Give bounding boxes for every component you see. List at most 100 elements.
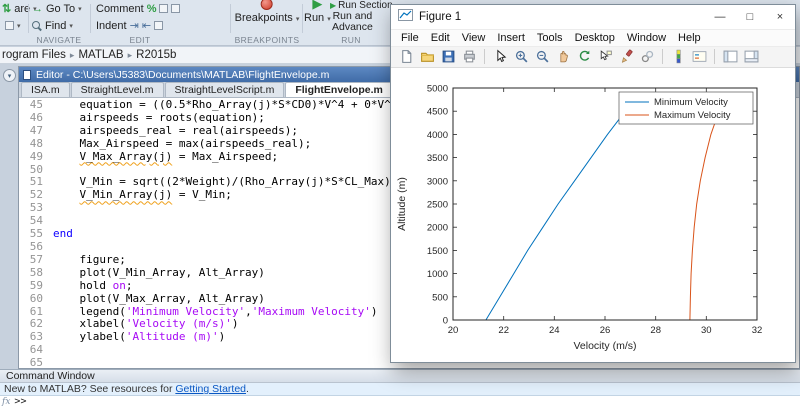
menu-help[interactable]: Help — [672, 32, 707, 44]
find-button[interactable]: Find ▾ — [30, 18, 75, 33]
svg-text:4500: 4500 — [427, 107, 448, 118]
indent-button[interactable]: Indent ⇥ ⇤ — [94, 18, 165, 33]
breadcrumb-arrow-icon: ▸ — [128, 50, 133, 61]
code-text: V_Min_Array(j) = V_Min; — [53, 189, 232, 202]
x-axis-label: Velocity (m/s) — [573, 340, 636, 352]
series-line — [486, 100, 633, 320]
legend-entry: Minimum Velocity — [654, 97, 728, 108]
plot-tools-on-icon[interactable] — [741, 47, 761, 67]
plot-tools-off-icon[interactable] — [720, 47, 740, 67]
editor-tab[interactable]: StraightLevel.m — [71, 82, 164, 97]
ribbon-separator — [90, 4, 91, 33]
getting-started-link[interactable]: Getting Started — [175, 383, 246, 395]
run-and-advance-button[interactable]: Run and Advance — [332, 11, 373, 33]
figure-window: Figure 1 —□× FileEditViewInsertToolsDesk… — [390, 4, 796, 363]
run-label: Run — [304, 12, 324, 24]
run-and-advance-label-2: Advance — [332, 22, 373, 33]
goto-label: Go To — [46, 3, 75, 15]
run-section-icon: ▶ — [330, 2, 336, 10]
smart-indent-icon — [154, 21, 163, 30]
goto-button[interactable]: → Go To ▾ — [30, 1, 84, 16]
command-window-notice: New to MATLAB? See resources for Getting… — [0, 383, 800, 396]
command-prompt[interactable]: fx >> — [0, 396, 800, 407]
svg-text:3500: 3500 — [427, 153, 448, 164]
chevron-down-icon: ▾ — [69, 22, 73, 30]
svg-text:500: 500 — [432, 292, 448, 303]
indent-right-icon: ⇥ — [130, 19, 139, 32]
print-icon[interactable] — [459, 47, 479, 67]
editor-tab[interactable]: ISA.m — [21, 82, 70, 97]
comment-percent-icon: % — [147, 3, 157, 15]
menu-desktop[interactable]: Desktop — [569, 32, 621, 44]
editor-tab[interactable]: FlightEnvelope.m — [285, 82, 393, 97]
figure-titlebar[interactable]: Figure 1 —□× — [391, 5, 795, 30]
indent-label: Indent — [96, 20, 127, 32]
section-label-navigate: NAVIGATE — [30, 35, 88, 45]
chevron-down-icon: ▾ — [327, 16, 331, 23]
line-number: 56 — [19, 241, 53, 254]
editor-tab[interactable]: StraightLevelScript.m — [165, 82, 285, 97]
pan-icon[interactable] — [553, 47, 573, 67]
section-label-run: RUN — [304, 35, 398, 45]
menu-view[interactable]: View — [456, 32, 492, 44]
y-axis-label: Altitude (m) — [396, 177, 408, 231]
svg-text:20: 20 — [448, 325, 459, 336]
new-icon[interactable] — [396, 47, 416, 67]
ribbon-group-edit: Comment % Indent ⇥ ⇤ EDIT — [94, 0, 186, 46]
zoom-in-icon[interactable] — [511, 47, 531, 67]
matlab-ide: ⇅ are ▾ ▾ → Go To ▾ Find ▾ NAVIGATE — [0, 0, 800, 407]
svg-text:4000: 4000 — [427, 130, 448, 141]
line-number: 48 — [19, 138, 53, 151]
ribbon-separator — [230, 4, 231, 33]
print-button[interactable]: ▾ — [3, 18, 23, 33]
maximize-button[interactable]: □ — [735, 5, 765, 30]
svg-text:28: 28 — [650, 325, 661, 336]
breadcrumb-segment[interactable]: MATLAB — [78, 49, 123, 61]
menu-insert[interactable]: Insert — [491, 32, 531, 44]
menu-tools[interactable]: Tools — [531, 32, 569, 44]
panel-collapse-button[interactable]: ▾ — [3, 69, 16, 82]
notice-text: New to MATLAB? See resources for — [4, 383, 175, 395]
breadcrumb-segment[interactable]: R2015b — [136, 49, 176, 61]
colorbar-icon[interactable] — [668, 47, 688, 67]
menu-window[interactable]: Window — [621, 32, 672, 44]
data-cursor-icon[interactable] — [595, 47, 615, 67]
plot-area[interactable]: 2022242628303205001000150020002500300035… — [391, 68, 795, 362]
rotate-icon[interactable] — [574, 47, 594, 67]
command-window-title: Command Window — [6, 370, 95, 382]
command-window-header[interactable]: Command Window — [0, 369, 800, 383]
fx-icon: fx — [0, 397, 14, 407]
goto-arrow-icon: → — [32, 3, 43, 15]
line-number: 45 — [19, 99, 53, 112]
menu-edit[interactable]: Edit — [425, 32, 456, 44]
save-icon[interactable] — [438, 47, 458, 67]
chevron-down-icon: ▾ — [78, 5, 82, 13]
close-button[interactable]: × — [765, 5, 795, 30]
svg-text:22: 22 — [498, 325, 509, 336]
legend-icon[interactable] — [689, 47, 709, 67]
svg-text:0: 0 — [443, 316, 448, 327]
svg-text:26: 26 — [600, 325, 611, 336]
brush-icon[interactable] — [616, 47, 636, 67]
search-icon — [32, 21, 42, 31]
breadcrumb-segment[interactable]: rogram Files — [2, 49, 66, 61]
open-icon[interactable] — [417, 47, 437, 67]
svg-text:1000: 1000 — [427, 269, 448, 280]
svg-text:3000: 3000 — [427, 176, 448, 187]
line-number: 60 — [19, 293, 53, 306]
code-text: ylabel('Altitude (m)') — [53, 331, 225, 344]
window-controls: —□× — [705, 5, 795, 30]
run-button[interactable]: ▶ Run ▾ — [304, 0, 331, 25]
zoom-out-icon[interactable] — [532, 47, 552, 67]
print-icon — [5, 21, 14, 30]
breakpoints-button[interactable]: Breakpoints ▾ — [235, 0, 300, 25]
menu-file[interactable]: File — [395, 32, 425, 44]
line-number: 57 — [19, 254, 53, 267]
ribbon-separator — [28, 4, 29, 33]
comment-button[interactable]: Comment % — [94, 1, 182, 16]
minimize-button[interactable]: — — [705, 5, 735, 30]
breadcrumb-arrow-icon: ▸ — [70, 50, 75, 61]
cursor-icon[interactable] — [490, 47, 510, 67]
link-icon[interactable] — [637, 47, 657, 67]
legend-entry: Maximum Velocity — [654, 110, 731, 121]
